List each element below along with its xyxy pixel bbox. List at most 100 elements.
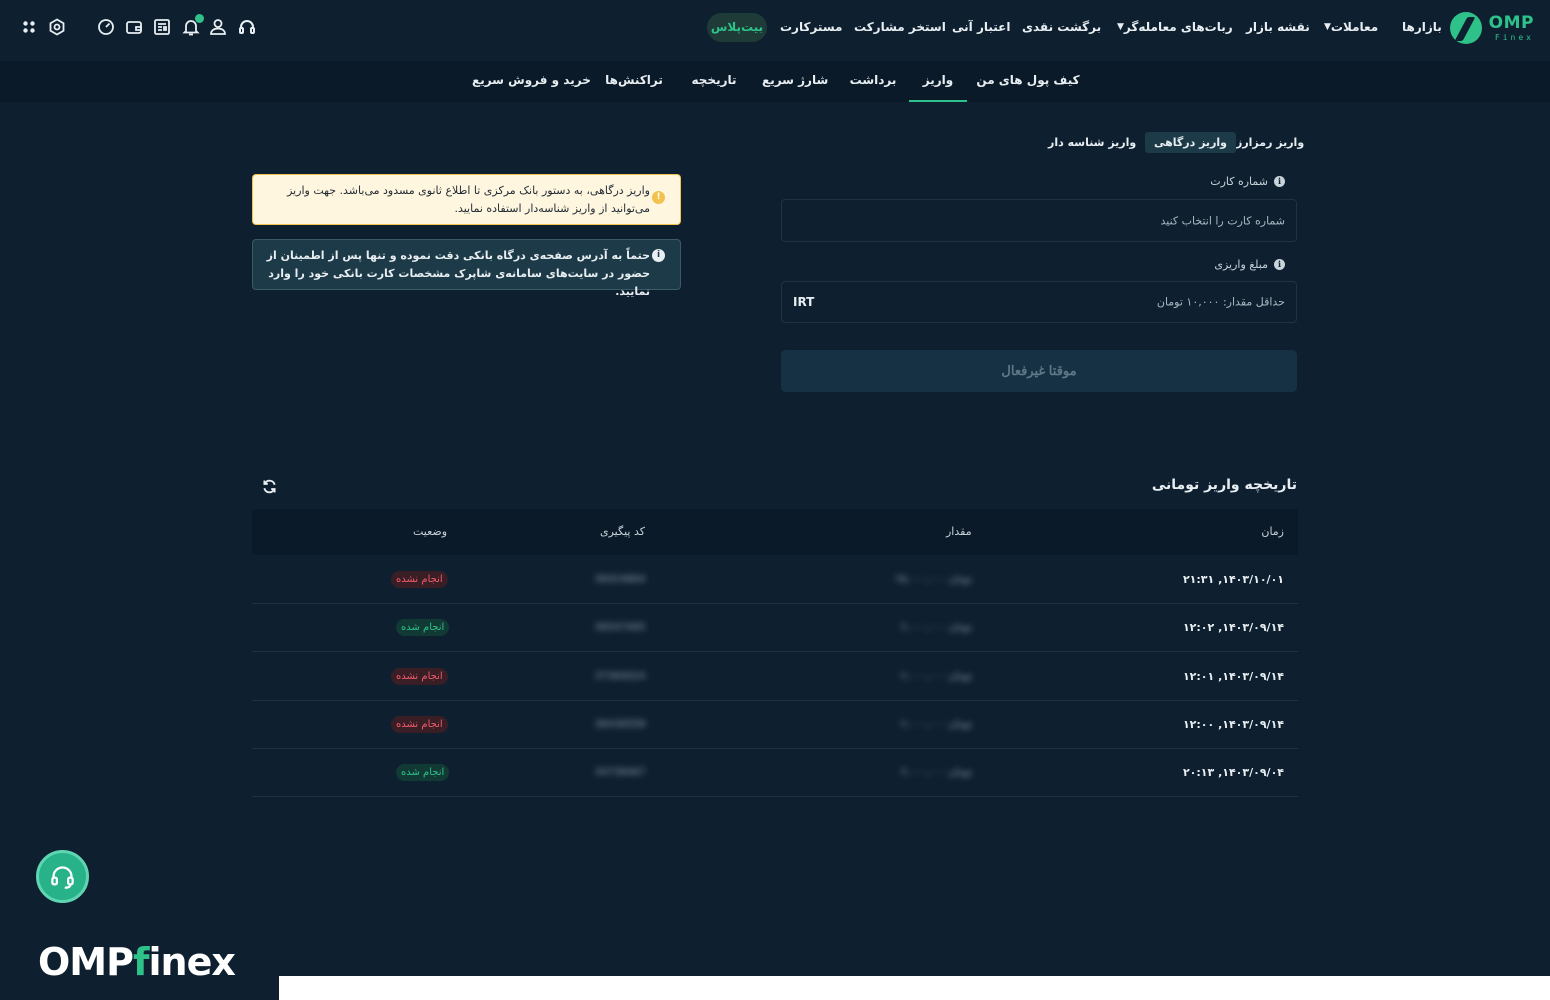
deposit-tab-id-deposit[interactable]: واریز شناسه دار <box>1048 132 1136 153</box>
row-tracking-code: 34738467 <box>594 767 646 778</box>
status-badge: انجام نشده <box>391 571 448 588</box>
nav-cash-back-label: برگشت نقدی <box>1022 20 1102 34</box>
row-tracking-code: 36547465 <box>594 622 646 633</box>
history-table-header: زمان مقدار کد پیگیری وضعیت <box>252 509 1298 555</box>
shaparak-security-notice: i حتماً به آدرس صفحه‌ی درگاه بانکی دقت ن… <box>252 239 681 298</box>
settings-gear-icon[interactable] <box>47 17 67 37</box>
nav-staking[interactable]: استخر مشارکت <box>854 0 946 54</box>
header-tracking-code: کد پیگیری <box>600 525 645 538</box>
tab-history[interactable]: تاریخچه <box>688 61 740 102</box>
table-row: ۱۴۰۳/۰۹/۰۴, ۲۰:۱۳ ۳,۰۰۰,۰۰۰ تومان 347384… <box>252 749 1298 797</box>
card-number-select[interactable]: شماره کارت را انتخاب کنید <box>781 199 1297 242</box>
info-icon: i <box>652 249 665 262</box>
nav-cash-back[interactable]: برگشت نقدی <box>1022 0 1101 54</box>
wallet-icon[interactable] <box>124 17 144 37</box>
status-badge: انجام شده <box>396 619 450 636</box>
logo-subtext: Finex <box>1494 33 1534 42</box>
currency-unit: IRT <box>793 295 815 309</box>
dashboard-gauge-icon[interactable] <box>96 17 116 37</box>
nav-futures[interactable]: مستر‌کارت <box>780 0 842 54</box>
row-time: ۱۴۰۳/۰۹/۰۴, ۲۰:۱۳ <box>1182 766 1284 779</box>
tab-quick-charge[interactable]: شارژ سریع <box>762 61 828 102</box>
header-status: وضعیت <box>413 525 448 538</box>
nav-trading-bots-label: ربات‌های معامله‌گر <box>1123 20 1233 34</box>
tab-transactions[interactable]: تراکنش‌ها <box>604 61 664 102</box>
status-badge: انجام نشده <box>391 716 448 733</box>
nav-markets-label: بازارها <box>1402 20 1442 34</box>
tab-deposit[interactable]: واریز <box>909 61 967 102</box>
amount-placeholder: حداقل مقدار: ۱۰,۰۰۰ تومان <box>1156 295 1285 309</box>
gateway-blocked-warning: ! واریز درگاهی، به دستور بانک مرکزی تا ا… <box>252 174 681 225</box>
header-time: زمان <box>1261 525 1284 538</box>
row-amount: ۲۵,۰۰۰,۰۰۰ تومان <box>895 574 972 585</box>
amount-input[interactable]: حداقل مقدار: ۱۰,۰۰۰ تومان IRT <box>781 281 1297 323</box>
card-number-placeholder: شماره کارت را انتخاب کنید <box>1160 214 1285 227</box>
omp-finex-logo[interactable]: OMP Finex <box>1450 10 1534 46</box>
watermark-part-3: inex <box>148 940 236 984</box>
apps-grid-icon[interactable] <box>19 17 39 37</box>
chevron-down-icon: ▼ <box>1117 22 1124 32</box>
row-amount: ۲,۰۰۰,۰۰۰ تومان <box>901 671 972 682</box>
table-row: ۱۴۰۳/۰۹/۱۴, ۱۲:۰۰ ۲,۰۰۰,۰۰۰ تومان 364365… <box>252 701 1298 749</box>
table-row: ۱۴۰۳/۰۹/۱۴, ۱۲:۰۲ ۲,۰۰۰,۰۰۰ تومان 365474… <box>252 604 1298 652</box>
nav-trading-bots[interactable]: ▼ ربات‌های معامله‌گر <box>1113 0 1233 54</box>
notification-bell-icon[interactable] <box>181 14 204 37</box>
tab-my-wallets[interactable]: کیف پول های من <box>976 61 1080 102</box>
deposit-submit-button[interactable]: موقتا غیرفعال <box>781 350 1297 392</box>
nav-market-map-label: نقشه بازار <box>1246 20 1310 34</box>
row-time: ۱۴۰۳/۰۹/۱۴, ۱۲:۰۱ <box>1182 670 1284 683</box>
card-number-label: شماره کارت i <box>1210 175 1285 188</box>
nav-trades-label: معاملات <box>1330 20 1379 34</box>
header-amount: مقدار <box>946 525 972 538</box>
info-icon[interactable]: i <box>1274 176 1285 187</box>
row-time: ۱۴۰۳/۱۰/۰۱, ۲۱:۳۱ <box>1182 573 1284 586</box>
amount-label-text: مبلغ واریزی <box>1214 258 1268 271</box>
news-icon[interactable] <box>152 17 172 37</box>
row-amount: ۲,۰۰۰,۰۰۰ تومان <box>901 622 972 633</box>
nav-market-map[interactable]: نقشه بازار <box>1246 0 1310 54</box>
status-badge: انجام نشده <box>391 668 448 685</box>
nav-staking-label: استخر مشارکت <box>854 20 946 34</box>
tab-quick-buy-sell[interactable]: خرید و فروش سریع <box>472 61 591 102</box>
wallet-subnav: کیف پول های من واریز برداشت شارژ سریع تا… <box>0 61 1550 102</box>
nav-credit[interactable]: اعتبار آنی <box>952 0 1010 54</box>
amount-label: مبلغ واریزی i <box>1214 258 1285 271</box>
nav-credit-label: اعتبار آنی <box>952 20 1011 34</box>
deposit-tab-gateway[interactable]: واریز درگاهی <box>1145 132 1237 153</box>
refresh-icon[interactable] <box>261 478 278 495</box>
bottom-white-strip <box>279 976 1550 1000</box>
notification-dot <box>195 14 204 23</box>
info-text: حتماً به آدرس صفحه‌ی درگاه بانکی دقت نمو… <box>266 249 650 298</box>
omp-finex-watermark: OMPfinex <box>38 940 236 984</box>
user-icon[interactable] <box>208 17 228 37</box>
row-tracking-code: 37364024 <box>594 671 646 682</box>
row-amount: ۲,۰۰۰,۰۰۰ تومان <box>901 719 972 730</box>
status-badge: انجام شده <box>396 764 450 781</box>
table-row: ۱۴۰۳/۱۰/۰۱, ۲۱:۳۱ ۲۵,۰۰۰,۰۰۰ تومان 36424… <box>252 556 1298 604</box>
headset-icon <box>51 866 74 889</box>
row-time: ۱۴۰۳/۰۹/۱۴, ۱۲:۰۰ <box>1182 718 1284 731</box>
nav-bitplus[interactable]: بیت‌پلاس <box>707 13 767 42</box>
warning-icon: ! <box>652 191 665 204</box>
headset-icon[interactable] <box>237 17 257 37</box>
history-title: تاریخچه واریز تومانی <box>1151 477 1297 493</box>
top-navbar: OMP Finex بازارها ▼ معاملات نقشه بازار ▼ ر… <box>0 0 1550 58</box>
info-icon[interactable]: i <box>1274 259 1285 270</box>
warning-text: واریز درگاهی، به دستور بانک مرکزی تا اطل… <box>287 184 650 215</box>
row-tracking-code: 36436558 <box>594 719 646 730</box>
watermark-part-2: f <box>132 940 150 984</box>
row-time: ۱۴۰۳/۰۹/۱۴, ۱۲:۰۲ <box>1182 621 1284 634</box>
nav-futures-label: مستر‌کارت <box>780 20 843 34</box>
deposit-tab-crypto[interactable]: واریز رمزارز <box>1236 132 1304 153</box>
watermark-part-1: OMP <box>38 940 134 984</box>
logo-mark-icon <box>1450 12 1482 44</box>
nav-markets[interactable]: بازارها <box>1402 0 1442 54</box>
row-tracking-code: 36424864 <box>594 574 646 585</box>
support-chat-button[interactable] <box>36 850 89 903</box>
row-amount: ۳,۰۰۰,۰۰۰ تومان <box>901 767 972 778</box>
card-number-label-text: شماره کارت <box>1210 175 1268 188</box>
tab-withdraw[interactable]: برداشت <box>847 61 899 102</box>
nav-trades[interactable]: ▼ معاملات <box>1320 0 1378 54</box>
logo-text: OMP <box>1488 13 1534 33</box>
chevron-down-icon: ▼ <box>1324 22 1331 32</box>
